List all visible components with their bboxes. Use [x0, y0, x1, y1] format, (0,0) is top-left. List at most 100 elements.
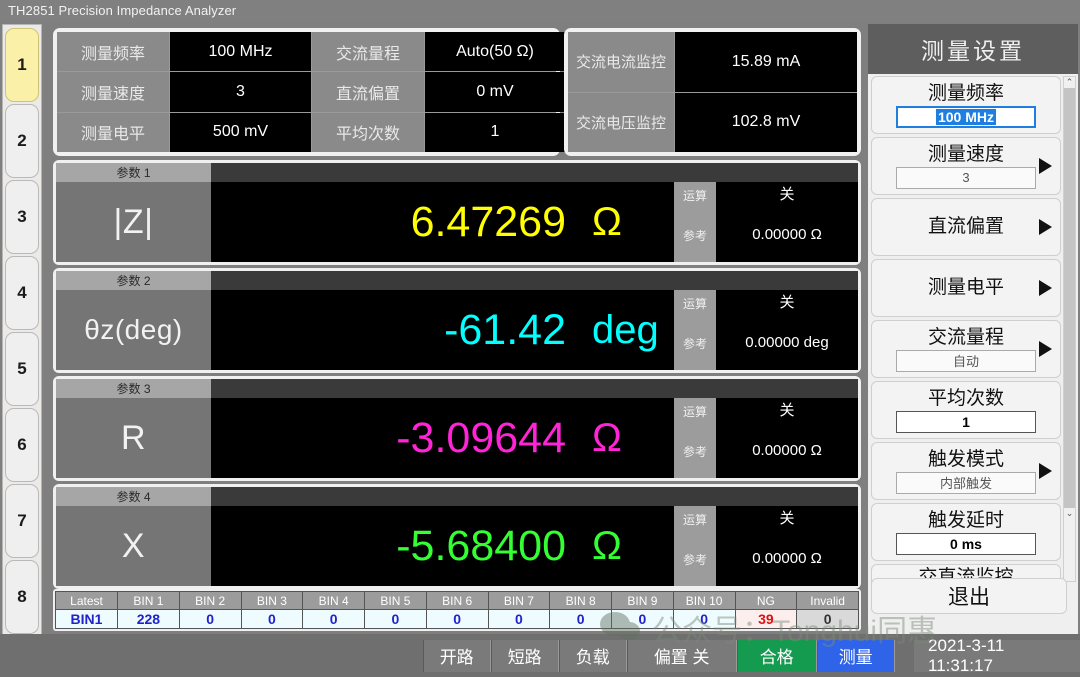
settings-value[interactable]: 0 mV	[425, 72, 565, 111]
parameter-name: X	[56, 506, 211, 586]
chevron-right-icon	[1039, 280, 1052, 296]
sidebar-item-6[interactable]: 触发模式内部触发	[871, 442, 1061, 500]
calc-value[interactable]: 关	[716, 506, 858, 532]
parameter-value-area: -61.42deg	[211, 290, 674, 370]
bin-header: Latest	[56, 592, 117, 610]
bin-header: BIN 9	[612, 592, 673, 610]
calc-label: 运算	[674, 182, 716, 208]
memory-tab-3[interactable]: 3	[5, 180, 39, 254]
bin-header: Invalid	[797, 592, 858, 610]
bin-header: NG	[736, 592, 797, 610]
bin-column: BIN 90	[612, 592, 674, 628]
settings-value[interactable]: 100 MHz	[170, 32, 311, 71]
settings-label: 直流偏置	[312, 72, 424, 111]
bin-value: 0	[427, 610, 488, 628]
settings-value[interactable]: 3	[170, 72, 311, 111]
sidebar-item-7[interactable]: 触发延时 0 ms	[871, 503, 1061, 561]
parameter-value: -3.09644	[396, 414, 566, 463]
settings-sidebar: 测量设置 测量频率 100 MHz 测量速度3直流偏置测量电平交流量程自动平均次数1…	[868, 24, 1078, 652]
exit-button[interactable]: 退出	[871, 578, 1067, 614]
reference-label: 参考	[674, 316, 716, 370]
bin-column: BIN 70	[489, 592, 551, 628]
sidebar-title: 测量设置	[868, 24, 1078, 74]
parameter-value-area: 6.47269 Ω	[211, 182, 674, 262]
parameter-row[interactable]: 参数 3R-3.09644Ω运算关参考0.00000 Ω	[53, 376, 861, 481]
monitor-label: 交流电压监控	[568, 93, 674, 153]
parameter-value: -5.68400	[396, 522, 566, 571]
sidebar-item-1[interactable]: 测量速度3	[871, 137, 1061, 195]
memory-tab-4[interactable]: 4	[5, 256, 39, 330]
parameter-row[interactable]: 参数 2θz(deg)-61.42deg运算关参考0.00000 deg	[53, 268, 861, 373]
sidebar-item-5[interactable]: 平均次数1	[871, 381, 1061, 439]
bottom-bar-button-4[interactable]: 合格	[737, 640, 817, 672]
parameter-unit: Ω	[592, 200, 656, 245]
bin-header: BIN 4	[303, 592, 364, 610]
sidebar-item-value: 0 ms	[950, 536, 982, 552]
parameter-side-panel: 运算关参考0.00000 Ω	[674, 182, 858, 262]
sidebar-item-input[interactable]: 100 MHz	[896, 106, 1036, 128]
sidebar-item-value[interactable]: 自动	[896, 350, 1036, 372]
bin-column: BIN 100	[674, 592, 736, 628]
parameter-tag: 参数 1	[56, 163, 211, 182]
memory-tab-6[interactable]: 6	[5, 408, 39, 482]
parameter-value: 6.47269	[411, 198, 566, 247]
bottom-bar-button-2[interactable]: 负载	[559, 640, 627, 672]
scrollbar-thumb[interactable]	[1064, 88, 1075, 508]
bin-header: BIN 5	[365, 592, 426, 610]
parameter-row[interactable]: 参数 1|Z|6.47269Ω运算关参考0.00000 Ω	[53, 160, 861, 265]
sidebar-item-input[interactable]: 1	[896, 411, 1036, 433]
bottom-bar-button-1[interactable]: 短路	[491, 640, 559, 672]
reference-value[interactable]: 0.00000 deg	[716, 316, 858, 370]
sidebar-item-value: 100 MHz	[936, 109, 996, 125]
memory-tab-7[interactable]: 7	[5, 484, 39, 558]
sidebar-item-input[interactable]: 0 ms	[896, 533, 1036, 555]
parameter-value-area: -5.68400Ω	[211, 506, 674, 586]
measurement-settings-grid: 测量频率100 MHz交流量程Auto(50 Ω)测量速度3直流偏置0 mV测量…	[57, 32, 556, 152]
bottom-status-bar: 开路短路负载偏置 关合格测量 2021-3-11 11:31:17	[0, 634, 1080, 677]
sidebar-item-value[interactable]: 3	[896, 167, 1036, 189]
bin-header: BIN 2	[180, 592, 241, 610]
sidebar-item-4[interactable]: 交流量程自动	[871, 320, 1061, 378]
sidebar-item-2[interactable]: 直流偏置	[871, 198, 1061, 256]
ac-monitor-grid: 交流电流监控15.89 mA交流电压监控102.8 mV	[568, 32, 857, 152]
scroll-up-icon[interactable]: ⌃	[1066, 77, 1074, 88]
calc-value[interactable]: 关	[716, 182, 858, 208]
memory-tab-8[interactable]: 8	[5, 560, 39, 634]
chevron-right-icon	[1039, 341, 1052, 357]
sidebar-item-0[interactable]: 测量频率 100 MHz	[871, 76, 1061, 134]
calc-value[interactable]: 关	[716, 398, 858, 424]
memory-tab-1[interactable]: 1	[5, 28, 39, 102]
settings-value[interactable]: 1	[425, 113, 565, 152]
memory-tab-5[interactable]: 5	[5, 332, 39, 406]
reference-value[interactable]: 0.00000 Ω	[716, 424, 858, 478]
bottom-bar-button-3[interactable]: 偏置 关	[627, 640, 737, 672]
bin-counter-table: LatestBIN1BIN 1228BIN 20BIN 30BIN 40BIN …	[53, 589, 861, 631]
settings-label: 测量速度	[57, 72, 169, 111]
bin-column: BIN 1228	[118, 592, 180, 628]
sidebar-item-value[interactable]: 内部触发	[896, 472, 1036, 494]
sidebar-item-label: 触发延时	[928, 510, 1004, 532]
reference-value[interactable]: 0.00000 Ω	[716, 532, 858, 586]
sidebar-scrollbar[interactable]: ⌃ ⌄	[1063, 76, 1076, 582]
sidebar-item-3[interactable]: 测量电平	[871, 259, 1061, 317]
bin-column: BIN 50	[365, 592, 427, 628]
reference-value[interactable]: 0.00000 Ω	[716, 208, 858, 262]
bin-column: NG39	[736, 592, 798, 628]
memory-tab-2[interactable]: 2	[5, 104, 39, 178]
parameter-head-filler	[211, 487, 858, 506]
calc-value[interactable]: 关	[716, 290, 858, 316]
settings-label: 平均次数	[312, 113, 424, 152]
bin-header: BIN 3	[242, 592, 303, 610]
scroll-down-icon[interactable]: ⌄	[1066, 508, 1074, 519]
parameter-head-filler	[211, 163, 858, 182]
bottom-bar-button-5[interactable]: 测量	[817, 640, 895, 672]
settings-value[interactable]: 500 mV	[170, 113, 311, 152]
parameter-side-panel: 运算关参考0.00000 Ω	[674, 506, 858, 586]
bin-header: BIN 6	[427, 592, 488, 610]
bottom-bar-button-0[interactable]: 开路	[423, 640, 491, 672]
bin-value: 0	[550, 610, 611, 628]
settings-value[interactable]: Auto(50 Ω)	[425, 32, 565, 71]
sidebar-item-label: 测量频率	[928, 83, 1004, 105]
reference-label: 参考	[674, 532, 716, 586]
parameter-row[interactable]: 参数 4X-5.68400Ω运算关参考0.00000 Ω	[53, 484, 861, 589]
